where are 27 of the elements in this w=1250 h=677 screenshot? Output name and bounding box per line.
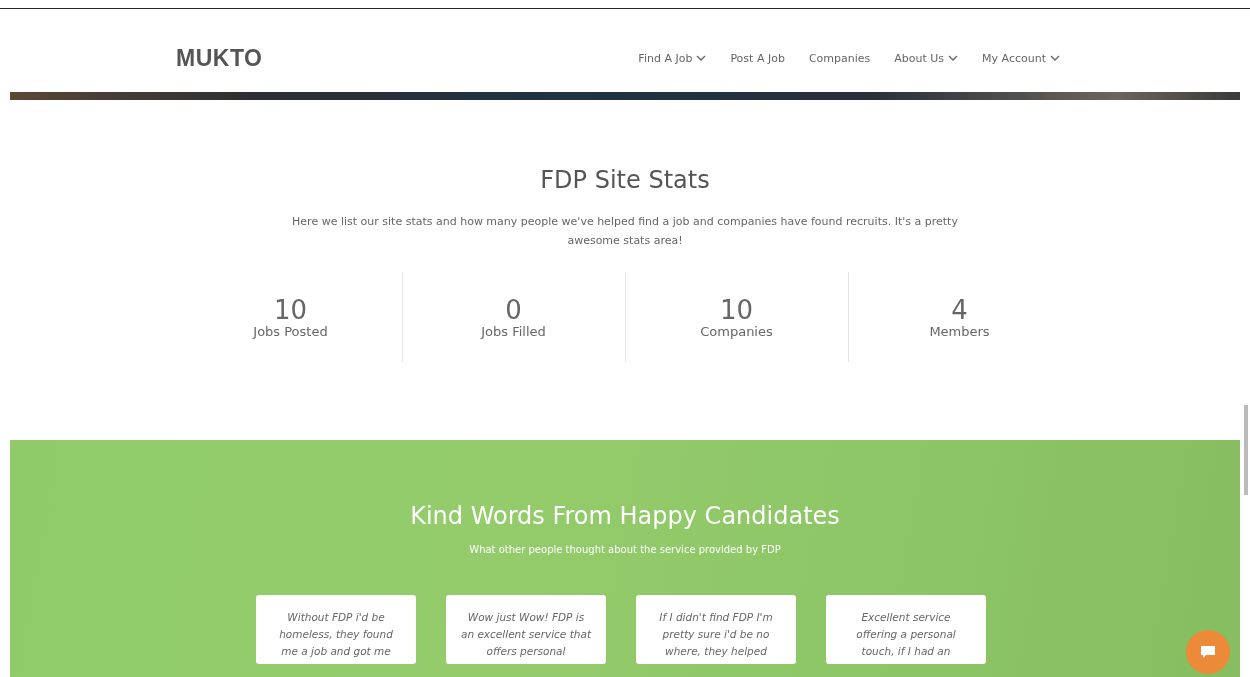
testimonial-card: Without FDP i'd be homeless, they found me a job and got me [256,595,416,664]
section-description: Here we list our site stats and how many people we've helped find a job and companies have found recruits. It's a pretty awesome stats area! [291,214,959,249]
section-title: FDP Site Stats [539,166,711,194]
stat-label: Companies [700,323,773,339]
stat-label: Jobs Filled [481,323,546,339]
stat-value: 0 [505,295,522,324]
testimonial-card: If I didn't find FDP I'm pretty sure i'd be no where, they helped [636,595,796,664]
nav-link[interactable]: About Us [894,51,959,65]
nav-link[interactable]: Companies [808,51,871,65]
chevron-icon [948,54,959,62]
section-subtitle: What other people thought about the service provided by FDP [468,544,782,555]
stat-value: 10 [273,295,308,324]
nav-link[interactable]: My Account [982,51,1060,65]
nav-link[interactable]: Post A Job [730,51,785,65]
section-title: Kind Words From Happy Candidates [409,502,841,530]
chevron-icon [1050,54,1060,62]
stat-label: Members [929,323,990,339]
stat-label: Jobs Posted [253,323,328,339]
scrollbar-thumb[interactable] [1244,405,1248,495]
nav-link[interactable]: Find A Job [638,51,707,65]
chevron-icon [696,54,707,62]
stat-value: 4 [951,295,968,324]
testimonial-card: Wow just Wow! FDP is an excellent service that offers personal [446,595,606,664]
testimonial-card: Excellent service offering a personal touch, if I had an [826,595,986,664]
stat-value: 10 [719,295,754,324]
site-logo[interactable]: MUKTO [176,44,263,72]
chat-icon [1200,645,1216,659]
